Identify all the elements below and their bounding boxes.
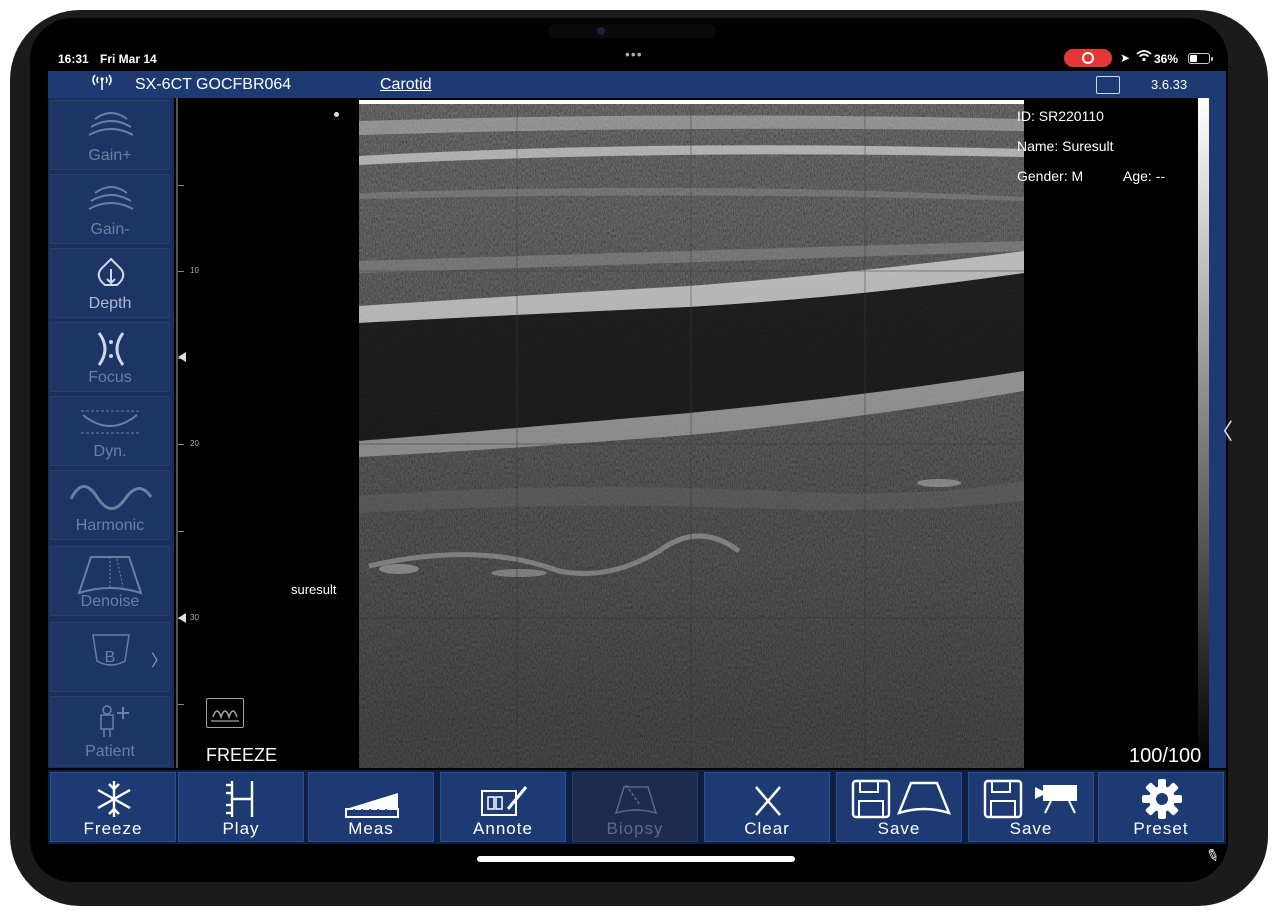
depth-label-20: 20 bbox=[190, 439, 199, 448]
freeze-label: Freeze bbox=[83, 819, 143, 838]
multitask-dots-icon[interactable]: ••• bbox=[625, 46, 643, 62]
annotate-icon bbox=[481, 786, 528, 816]
annotate-label: Annote bbox=[473, 819, 533, 838]
gain-minus-label: Gain- bbox=[90, 221, 130, 238]
freeze-status: FREEZE bbox=[206, 745, 278, 765]
brand-watermark: suresult bbox=[291, 582, 337, 597]
measure-button[interactable]: Meas bbox=[308, 772, 434, 842]
focus-icon bbox=[97, 332, 125, 366]
probe-status-icon[interactable] bbox=[1096, 76, 1120, 94]
patient-icon bbox=[100, 705, 129, 737]
chevron-left-icon: 〈 bbox=[1211, 419, 1234, 444]
biopsy-icon bbox=[614, 784, 658, 815]
depth-label: Depth bbox=[88, 295, 132, 312]
harmonic-wave-icon bbox=[69, 485, 153, 510]
ultrasound-image[interactable] bbox=[359, 101, 1024, 768]
gain-plus-label: Gain+ bbox=[88, 147, 132, 164]
depth-tick bbox=[178, 271, 184, 272]
clear-x-icon bbox=[755, 786, 781, 816]
clear-button[interactable]: Clear bbox=[704, 772, 830, 842]
device-id: SX-6CT GOCFBR064 bbox=[135, 76, 292, 93]
biopsy-label: Biopsy bbox=[606, 819, 664, 838]
control-sidebar: Gain+ Gain- Depth Focus Dyn. Harmonic De… bbox=[48, 98, 174, 768]
screen-record-icon[interactable] bbox=[1064, 49, 1112, 67]
cine-frame-icon bbox=[206, 698, 244, 728]
wifi-icon bbox=[1136, 50, 1152, 65]
patient-gender: Gender: M bbox=[1017, 168, 1084, 184]
focus-button[interactable]: Focus bbox=[50, 322, 170, 392]
harmonic-label: Harmonic bbox=[75, 517, 145, 534]
measure-label: Meas bbox=[348, 819, 394, 838]
depth-button[interactable]: Depth bbox=[50, 248, 170, 318]
preset-label: Preset bbox=[1133, 819, 1189, 838]
save-image-icon bbox=[851, 779, 952, 819]
image-left-margin bbox=[174, 98, 360, 768]
battery-percent: 36% bbox=[1154, 52, 1179, 66]
grayscale-bar bbox=[1198, 98, 1209, 768]
annotate-button[interactable]: Annote bbox=[440, 772, 566, 842]
dynamic-range-label: Dyn. bbox=[93, 443, 127, 460]
orientation-dot-icon bbox=[334, 112, 339, 117]
ultrasound-scan bbox=[359, 101, 1024, 768]
gain-minus-button[interactable]: Gain- bbox=[50, 174, 170, 244]
save-video-label: Save bbox=[1009, 819, 1053, 838]
focus-label: Focus bbox=[88, 369, 132, 386]
depth-tick bbox=[178, 704, 184, 705]
app-version: 3.6.33 bbox=[1151, 77, 1188, 92]
patient-button[interactable]: Patient bbox=[50, 696, 170, 766]
gear-icon bbox=[1142, 779, 1182, 819]
status-bar: 16:31 Fri Mar 14 ••• ➤ 36% bbox=[48, 46, 1226, 70]
location-icon: ➤ bbox=[1120, 51, 1131, 65]
harmonic-button[interactable]: Harmonic bbox=[50, 470, 170, 540]
battery-icon bbox=[1188, 53, 1213, 64]
save-video-button[interactable]: Save bbox=[968, 772, 1094, 842]
right-panel-tab[interactable]: 〈 bbox=[1209, 98, 1233, 768]
save-video-icon bbox=[983, 779, 1077, 819]
save-image-button[interactable]: Save bbox=[836, 772, 962, 842]
status-date: Fri Mar 14 bbox=[100, 52, 157, 66]
antenna-icon bbox=[90, 73, 114, 96]
depth-tick bbox=[178, 531, 184, 532]
gain-plus-icon bbox=[88, 112, 134, 136]
gain-plus-button[interactable]: Gain+ bbox=[50, 100, 170, 170]
chevron-right-icon: 〉 bbox=[150, 653, 167, 670]
play-label: Play bbox=[222, 819, 260, 838]
gain-minus-icon bbox=[88, 186, 134, 210]
depth-ruler bbox=[176, 98, 178, 768]
bottom-toolbar: Freeze Play Meas Annote Biopsy Clear Sav… bbox=[48, 770, 1226, 844]
camera-housing bbox=[548, 24, 716, 38]
play-cine-icon bbox=[226, 781, 254, 817]
dynamic-range-icon bbox=[81, 410, 139, 434]
patient-name: Name: Suresult bbox=[1017, 138, 1114, 154]
patient-id: ID: SR220110 bbox=[1017, 108, 1104, 124]
denoise-label: Denoise bbox=[80, 593, 140, 610]
ruler-icon bbox=[345, 793, 399, 818]
clear-label: Clear bbox=[744, 819, 790, 838]
depth-tick bbox=[178, 185, 184, 186]
patient-age: Age: -- bbox=[1123, 168, 1166, 184]
depth-end-marker-icon bbox=[178, 613, 186, 623]
depth-label-30: 30 bbox=[190, 613, 199, 622]
biopsy-button[interactable]: Biopsy bbox=[572, 772, 698, 842]
dynamic-range-button[interactable]: Dyn. bbox=[50, 396, 170, 466]
patient-label: Patient bbox=[85, 743, 135, 760]
preset-link[interactable]: Carotid bbox=[380, 76, 432, 94]
denoise-icon bbox=[77, 556, 143, 595]
focus-marker-icon[interactable] bbox=[178, 352, 186, 362]
play-button[interactable]: Play bbox=[178, 772, 304, 842]
snowflake-icon bbox=[97, 781, 131, 817]
depth-icon bbox=[97, 257, 125, 286]
freeze-button[interactable]: Freeze bbox=[50, 772, 176, 842]
save-image-label: Save bbox=[877, 819, 921, 838]
depth-tick bbox=[178, 444, 184, 445]
title-bar: SX-6CT GOCFBR064 Carotid 3.6.33 bbox=[48, 71, 1226, 98]
image-right-margin bbox=[1024, 98, 1202, 768]
b-mode-button[interactable]: B 〉 bbox=[50, 622, 170, 692]
denoise-button[interactable]: Denoise bbox=[50, 546, 170, 616]
frame-counter: 100/100 bbox=[1129, 745, 1202, 767]
home-indicator[interactable] bbox=[477, 856, 795, 862]
status-time: 16:31 bbox=[58, 52, 89, 66]
depth-label-10: 10 bbox=[190, 266, 199, 275]
preset-button[interactable]: Preset bbox=[1098, 772, 1224, 842]
